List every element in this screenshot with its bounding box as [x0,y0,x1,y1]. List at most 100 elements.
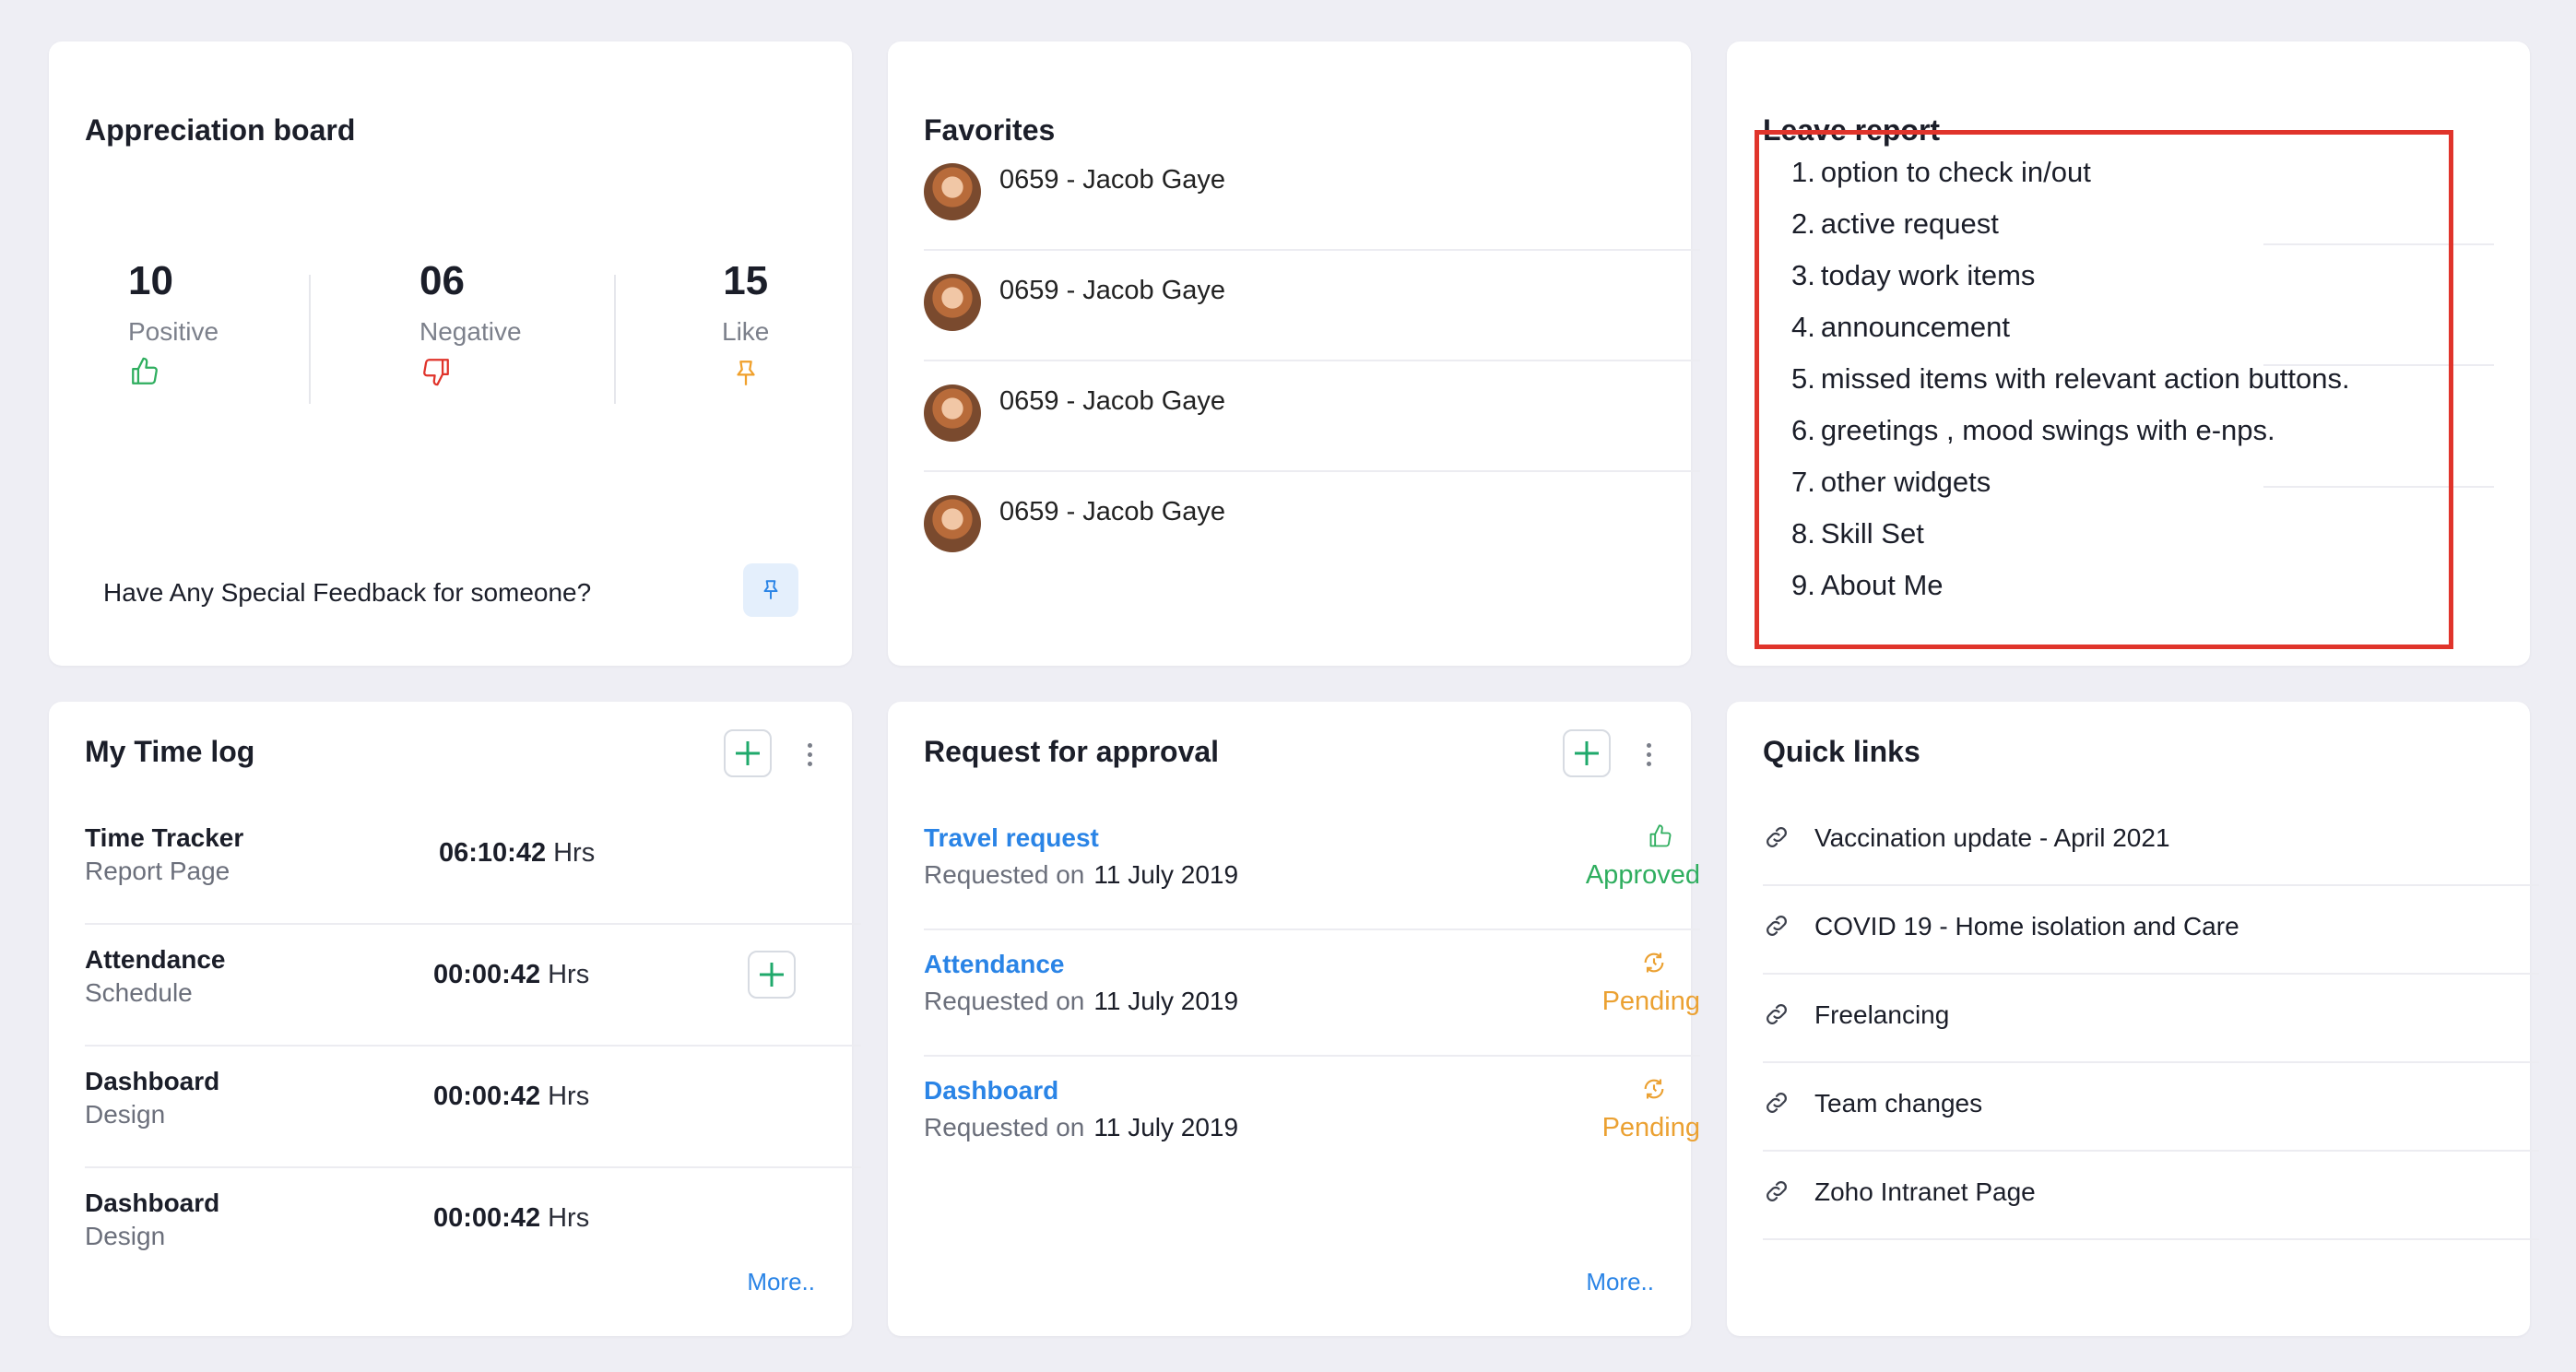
requested-on-label: Requested on [924,987,1085,1015]
stat-divider [309,275,311,404]
leave-note-text: About Me [1820,569,1944,601]
divider [924,928,1700,930]
time-log-more-link[interactable]: More.. [747,1268,815,1296]
divider [924,249,1700,251]
quick-link-label: COVID 19 - Home isolation and Care [1814,912,2239,940]
add-request-button[interactable] [1563,729,1611,777]
positive-label: Positive [128,317,219,346]
time-log-row[interactable]: Attendance Schedule 00:00:42 Hrs [85,945,861,1067]
stat-divider [614,275,616,404]
leave-note-number: 2. [1791,207,1815,240]
more-options-icon[interactable] [1647,743,1652,771]
more-options-icon[interactable] [808,743,813,771]
avatar [924,274,981,331]
quick-link-label: Team changes [1814,1089,1983,1118]
divider [85,1045,861,1047]
time-unit: Hrs [548,960,590,989]
negative-label: Negative [419,317,522,346]
time-log-row[interactable]: Dashboard Design 00:00:42 Hrs [85,1189,861,1310]
avatar [924,163,981,220]
request-title-link[interactable]: Dashboard [924,1076,1058,1106]
quick-links-card: Quick links Vaccination update - April 2… [1727,702,2539,1336]
divider [924,470,1700,472]
approval-title: Request for approval [924,735,1220,768]
task-name: Dashboard [85,1189,220,1217]
favorite-name: 0659 - Jacob Gaye [999,276,1226,305]
request-title-link[interactable]: Travel request [924,823,1099,853]
appreciation-title: Appreciation board [85,113,356,147]
add-attendance-button[interactable] [748,951,796,999]
leave-note-text: option to check in/out [1820,156,2091,188]
time-log-row[interactable]: Dashboard Design 00:00:42 Hrs [85,1067,861,1189]
thumbs-down-icon [419,356,522,392]
like-stat[interactable]: 15 Like [722,258,769,396]
link-icon [1763,912,1790,944]
leave-note-item: 6. greetings , mood swings with e-nps. [1791,414,2275,447]
negative-stat[interactable]: 06 Negative [419,258,522,392]
leave-note-text: today work items [1820,259,2036,291]
divider [1763,1061,2539,1063]
divider [1763,1150,2539,1152]
leave-note-item: 7. other widgets [1791,466,1991,499]
requested-on-label: Requested on [924,1113,1085,1141]
task-time: 00:00:42 Hrs [433,1082,589,1112]
pin-icon [763,580,778,599]
task-time: 00:00:42 Hrs [433,1203,589,1234]
leave-note-text: Skill Set [1820,517,1924,550]
leave-note-number: 5. [1791,362,1815,395]
task-sub: Design [85,1100,166,1129]
favorite-item[interactable]: 0659 - Jacob Gaye [924,384,1700,493]
like-count: 15 [723,258,769,303]
quick-link-item[interactable]: Freelancing [1763,1000,2539,1089]
leave-note-number: 7. [1791,466,1815,498]
time-value: 00:00:42 [433,1203,541,1233]
positive-stat[interactable]: 10 Positive [128,258,219,392]
favorite-item[interactable]: 0659 - Jacob Gaye [924,495,1700,604]
task-time: 06:10:42 Hrs [439,838,595,869]
leave-note-number: 9. [1791,569,1815,601]
leave-note-number: 1. [1791,156,1815,188]
feedback-button[interactable] [743,563,798,617]
quick-link-item[interactable]: Team changes [1763,1089,2539,1177]
thumbs-up-icon [1647,823,1674,854]
feedback-prompt: Have Any Special Feedback for someone? [103,578,592,607]
add-time-log-button[interactable] [724,729,772,777]
pin-icon [722,356,769,396]
leave-note-text: other widgets [1820,466,1991,498]
favorite-item[interactable]: 0659 - Jacob Gaye [924,163,1700,272]
time-unit: Hrs [548,1082,590,1111]
request-title-link[interactable]: Attendance [924,950,1064,979]
favorite-item[interactable]: 0659 - Jacob Gaye [924,274,1700,383]
time-value: 00:00:42 [433,960,541,989]
time-log-row[interactable]: Time Tracker Report Page 06:10:42 Hrs [85,823,861,945]
task-time: 00:00:42 Hrs [433,960,589,990]
request-date: Requested on 11 July 2019 [924,987,1238,1016]
like-label: Like [722,317,770,346]
link-icon [1763,1000,1790,1033]
divider [85,1166,861,1168]
approval-more-link[interactable]: More.. [1586,1268,1654,1296]
task-name: Time Tracker [85,823,244,852]
favorite-name: 0659 - Jacob Gaye [999,497,1226,526]
divider [85,923,861,925]
leave-note-item: 3. today work items [1791,259,2035,292]
leave-note-number: 8. [1791,517,1815,550]
divider [1763,884,2539,886]
task-name: Dashboard [85,1067,220,1095]
link-icon [1763,1089,1790,1121]
leave-note-number: 6. [1791,414,1815,446]
quick-link-item[interactable]: COVID 19 - Home isolation and Care [1763,912,2539,1000]
leave-note-text: announcement [1820,311,2010,343]
quick-link-item[interactable]: Zoho Intranet Page [1763,1177,2539,1266]
quick-link-label: Zoho Intranet Page [1814,1177,2036,1206]
leave-note-item: 2. active request [1791,207,1999,241]
link-icon [1763,823,1790,856]
quick-link-item[interactable]: Vaccination update - April 2021 [1763,823,2539,912]
time-value: 06:10:42 [439,838,547,868]
approval-row: Attendance Requested on 11 July 2019 Pend… [924,950,1700,1075]
avatar [924,495,981,552]
requested-on-label: Requested on [924,860,1085,889]
leave-note-text: active request [1820,207,1999,240]
positive-count: 10 [128,258,173,303]
favorite-name: 0659 - Jacob Gaye [999,386,1226,416]
